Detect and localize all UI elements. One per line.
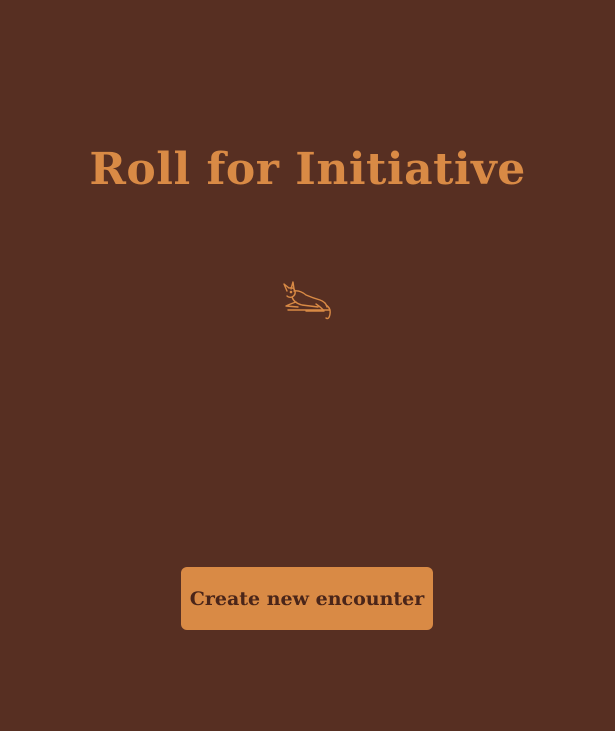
home-screen: Roll for Initiative Create new encounter (0, 0, 615, 731)
page-title: Roll for Initiative (89, 144, 526, 195)
resting-deer-icon (283, 281, 331, 320)
create-encounter-button[interactable]: Create new encounter (181, 567, 433, 630)
